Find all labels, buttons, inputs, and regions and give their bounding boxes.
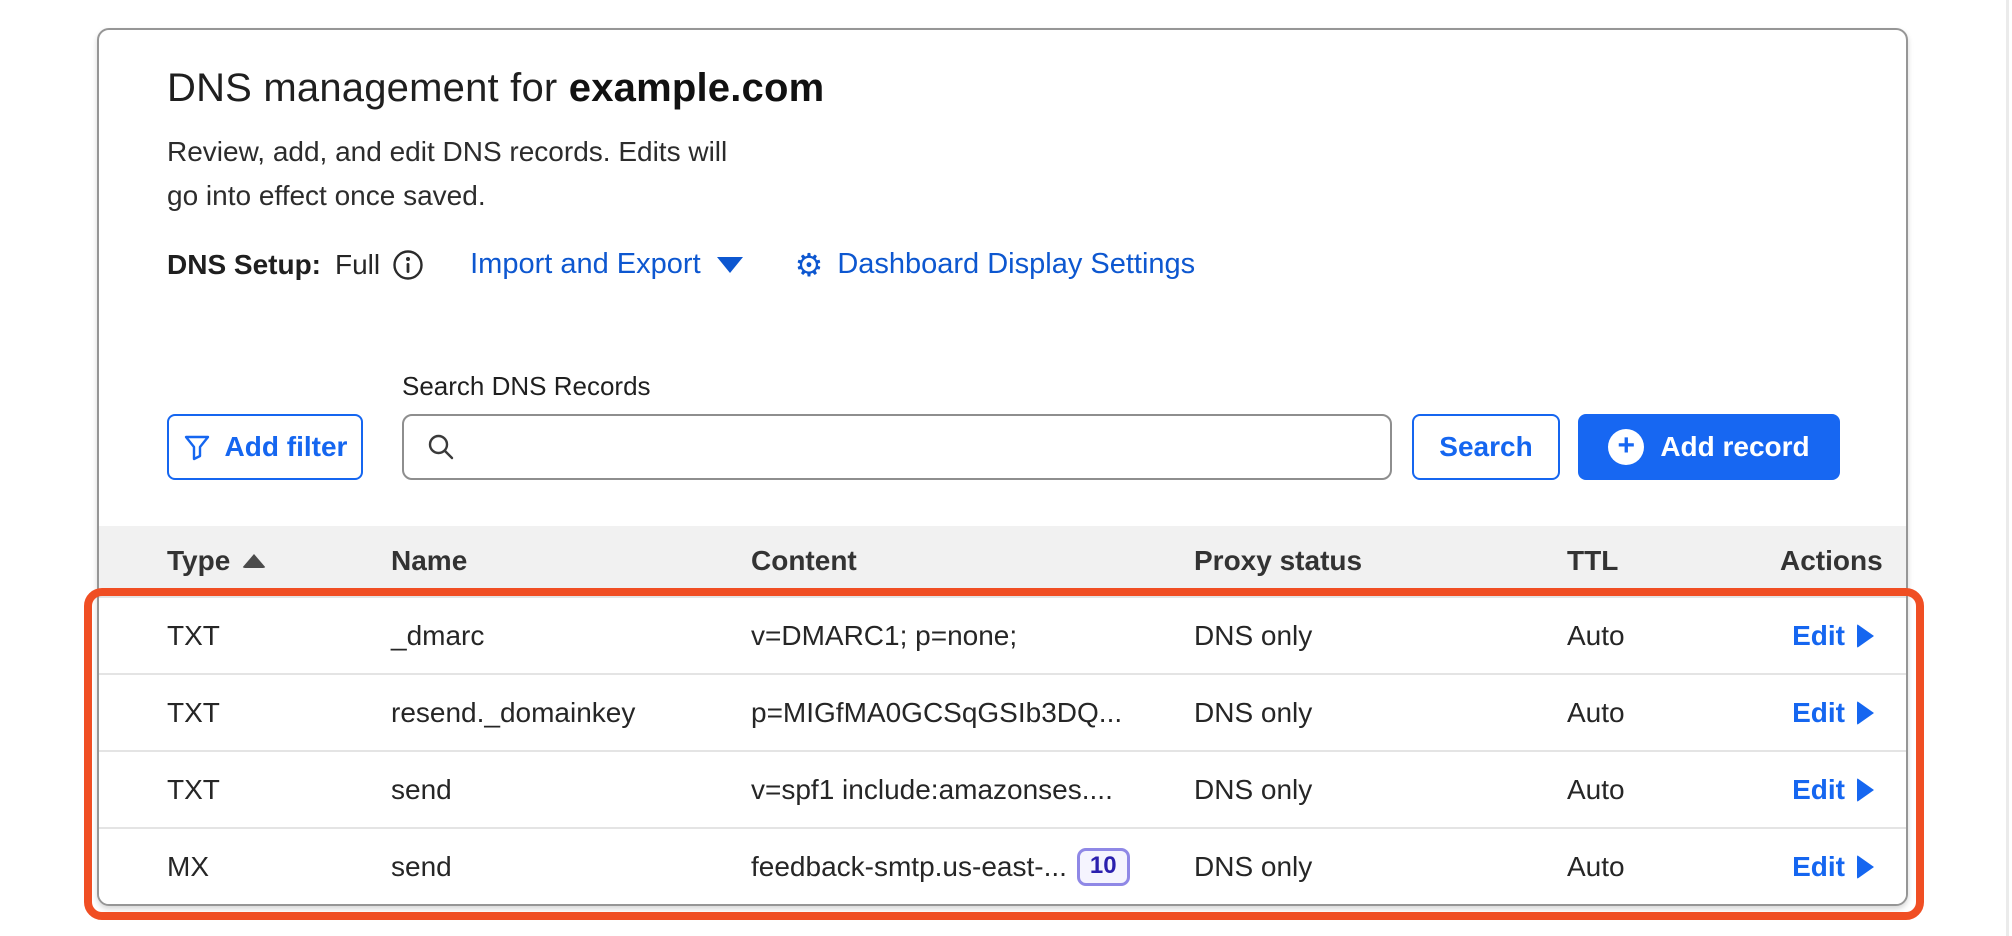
column-header-ttl[interactable]: TTL [1567, 545, 1780, 577]
gear-icon [795, 249, 824, 281]
table-header-row: Type Name Content Proxy status TTL Actio… [99, 526, 1906, 596]
cell-content: p=MIGfMA0GCSqGSIb3DQ... [751, 697, 1194, 729]
edit-record-button[interactable]: Edit [1792, 697, 1874, 729]
cell-name: resend._domainkey [391, 697, 751, 729]
cell-ttl: Auto [1567, 620, 1780, 652]
page-description-line-2: go into effect once saved. [167, 174, 847, 218]
cell-proxy-status: DNS only [1194, 774, 1567, 806]
add-record-label: Add record [1660, 431, 1809, 463]
dns-setup-row: DNS Setup: Full Import and Export Dashbo… [167, 248, 1906, 281]
chevron-right-icon [1857, 624, 1874, 648]
chevron-right-icon [1857, 701, 1874, 725]
table-row: TXT _dmarc v=DMARC1; p=none; DNS only Au… [99, 596, 1906, 673]
cell-content: feedback-smtp.us-east-... 10 [751, 848, 1194, 886]
edit-record-button[interactable]: Edit [1792, 620, 1874, 652]
search-dns-records-label: Search DNS Records [402, 371, 1906, 402]
page-description-line-1: Review, add, and edit DNS records. Edits… [167, 130, 847, 174]
column-header-name[interactable]: Name [391, 545, 751, 577]
page-title: DNS management for example.com [167, 64, 1906, 112]
search-box [402, 414, 1392, 480]
column-header-proxy-status[interactable]: Proxy status [1194, 545, 1567, 577]
cell-proxy-status: DNS only [1194, 620, 1567, 652]
plus-circle-icon: + [1608, 429, 1644, 465]
dns-setup-value: Full [335, 249, 380, 281]
add-filter-label: Add filter [225, 431, 348, 463]
cell-name: send [391, 774, 751, 806]
cell-ttl: Auto [1567, 774, 1780, 806]
mx-priority-badge: 10 [1077, 848, 1130, 886]
cell-name: send [391, 851, 751, 883]
dns-setup-label: DNS Setup: [167, 249, 321, 281]
cell-proxy-status: DNS only [1194, 851, 1567, 883]
cell-ttl: Auto [1567, 697, 1780, 729]
info-icon[interactable] [392, 249, 424, 281]
sort-ascending-icon [242, 554, 266, 568]
page-title-prefix: DNS management for [167, 66, 569, 110]
column-header-content[interactable]: Content [751, 545, 1194, 577]
add-record-button[interactable]: + Add record [1578, 414, 1840, 480]
add-filter-button[interactable]: Add filter [167, 414, 363, 480]
table-row: MX send feedback-smtp.us-east-... 10 DNS… [99, 827, 1906, 904]
cell-content: v=spf1 include:amazonses.... [751, 774, 1194, 806]
column-header-actions: Actions [1780, 545, 1883, 577]
edit-record-button[interactable]: Edit [1792, 774, 1874, 806]
cell-proxy-status: DNS only [1194, 697, 1567, 729]
search-icon [426, 432, 456, 462]
dashboard-display-settings-link[interactable]: Dashboard Display Settings [795, 248, 1196, 281]
cell-name: _dmarc [391, 620, 751, 652]
filter-funnel-icon [183, 433, 211, 461]
search-button[interactable]: Search [1412, 414, 1560, 480]
table-row: TXT send v=spf1 include:amazonses.... DN… [99, 750, 1906, 827]
cell-type: MX [167, 851, 391, 883]
import-export-link[interactable]: Import and Export [470, 248, 743, 281]
cell-type: TXT [167, 774, 391, 806]
cell-content: v=DMARC1; p=none; [751, 620, 1194, 652]
cell-type: TXT [167, 620, 391, 652]
search-input[interactable] [470, 416, 1390, 478]
edit-record-button[interactable]: Edit [1792, 851, 1874, 883]
page-description: Review, add, and edit DNS records. Edits… [167, 130, 847, 218]
search-button-label: Search [1439, 431, 1532, 463]
cell-ttl: Auto [1567, 851, 1780, 883]
page: DNS management for example.com Review, a… [0, 0, 2012, 936]
table-row: TXT resend._domainkey p=MIGfMA0GCSqGSIb3… [99, 673, 1906, 750]
dashboard-display-settings-label: Dashboard Display Settings [837, 248, 1195, 281]
dns-management-card: DNS management for example.com Review, a… [97, 28, 1908, 906]
dns-records-table: Type Name Content Proxy status TTL Actio… [99, 526, 1906, 904]
cell-type: TXT [167, 697, 391, 729]
domain-name: example.com [569, 66, 825, 110]
toolbar: Add filter Search + Add record [167, 414, 1906, 480]
import-export-label: Import and Export [470, 248, 701, 281]
chevron-right-icon [1857, 855, 1874, 879]
chevron-right-icon [1857, 778, 1874, 802]
column-header-type[interactable]: Type [167, 545, 391, 577]
chevron-down-icon [717, 257, 743, 273]
page-right-divider [2006, 0, 2009, 936]
